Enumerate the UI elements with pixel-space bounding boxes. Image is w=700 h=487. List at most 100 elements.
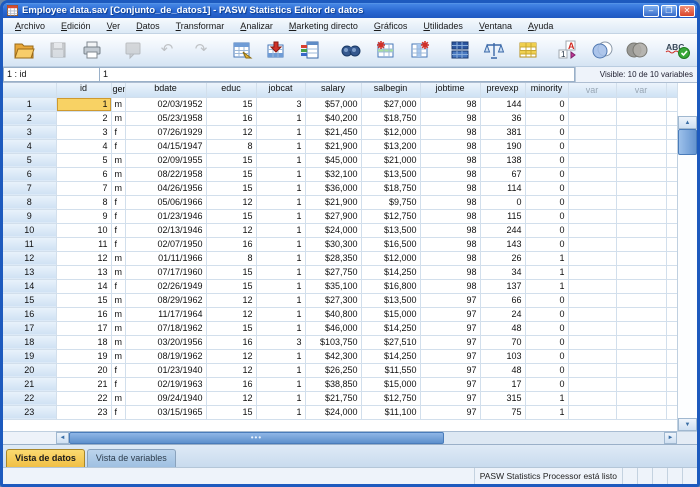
data-cell[interactable]: 114 (480, 181, 525, 195)
horizontal-scrollbar[interactable]: ◄ ••• ► (56, 431, 677, 444)
data-cell[interactable]: $27,510 (361, 335, 420, 349)
data-cell[interactable]: $12,750 (361, 209, 420, 223)
data-cell[interactable]: 98 (420, 153, 480, 167)
data-cell[interactable]: 01/11/1966 (125, 251, 206, 265)
var-cell[interactable] (616, 153, 666, 167)
tab-variable-view[interactable]: Vista de variables (87, 449, 176, 467)
data-cell[interactable]: 0 (525, 293, 568, 307)
data-cell[interactable]: m (111, 391, 125, 405)
data-cell[interactable]: 05/06/1966 (125, 195, 206, 209)
menu-ayuda[interactable]: Ayuda (520, 19, 561, 33)
data-cell[interactable]: 3 (256, 97, 305, 111)
scroll-up-icon[interactable]: ▲ (678, 116, 697, 129)
data-cell[interactable]: 15 (206, 405, 256, 419)
data-cell[interactable]: 1 (256, 321, 305, 335)
data-cell[interactable]: 1 (256, 349, 305, 363)
save-button[interactable] (42, 36, 74, 64)
data-cell[interactable]: $40,200 (305, 111, 361, 125)
data-cell[interactable]: 0 (525, 153, 568, 167)
vertical-scroll-thumb[interactable] (678, 129, 697, 155)
data-cell[interactable]: 12 (206, 391, 256, 405)
column-header-var-1[interactable]: var (568, 83, 616, 97)
var-cell[interactable] (568, 279, 616, 293)
var-cell[interactable] (616, 125, 666, 139)
var-cell[interactable] (616, 335, 666, 349)
split-file-button[interactable] (444, 36, 476, 64)
data-cell[interactable]: 98 (420, 125, 480, 139)
data-cell[interactable]: m (111, 307, 125, 321)
data-cell[interactable]: 4 (56, 139, 111, 153)
data-cell[interactable]: $11,100 (361, 405, 420, 419)
value-labels-button[interactable]: A 1 (553, 36, 585, 64)
var-cell[interactable] (568, 209, 616, 223)
print-button[interactable] (76, 36, 108, 64)
column-header-gender[interactable]: gender (111, 83, 125, 97)
row-header-cell[interactable]: 22 (3, 391, 56, 405)
data-cell[interactable]: 190 (480, 139, 525, 153)
data-cell[interactable]: 0 (525, 223, 568, 237)
data-cell[interactable]: 0 (525, 321, 568, 335)
data-cell[interactable]: 75 (480, 405, 525, 419)
data-cell[interactable]: m (111, 349, 125, 363)
data-cell[interactable]: m (111, 97, 125, 111)
data-cell[interactable]: 1 (256, 307, 305, 321)
data-cell[interactable]: 0 (525, 307, 568, 321)
data-cell[interactable]: 1 (256, 363, 305, 377)
data-cell[interactable]: 0 (525, 363, 568, 377)
data-cell[interactable]: 315 (480, 391, 525, 405)
var-cell[interactable] (616, 195, 666, 209)
data-cell[interactable]: 14 (56, 279, 111, 293)
data-cell[interactable]: 07/18/1962 (125, 321, 206, 335)
var-cell[interactable] (616, 405, 666, 419)
data-cell[interactable]: 9 (56, 209, 111, 223)
column-header-var-2[interactable]: var (616, 83, 666, 97)
data-cell[interactable]: 143 (480, 237, 525, 251)
data-cell[interactable]: 19 (56, 349, 111, 363)
row-header-cell[interactable]: 16 (3, 307, 56, 321)
menu-utilidades[interactable]: Utilidades (415, 19, 471, 33)
var-cell[interactable] (616, 265, 666, 279)
data-cell[interactable]: $24,000 (305, 405, 361, 419)
var-cell[interactable] (616, 97, 666, 111)
var-cell[interactable] (568, 195, 616, 209)
data-cell[interactable]: 1 (256, 181, 305, 195)
scroll-right-icon[interactable]: ► (664, 432, 677, 444)
data-cell[interactable]: 1 (525, 251, 568, 265)
row-header-cell[interactable]: 8 (3, 195, 56, 209)
column-header-bdate[interactable]: bdate (125, 83, 206, 97)
var-cell[interactable] (616, 181, 666, 195)
data-cell[interactable]: 1 (525, 405, 568, 419)
menu-marketing-directo[interactable]: Marketing directo (281, 19, 366, 33)
data-cell[interactable]: f (111, 377, 125, 391)
data-cell[interactable]: 15 (206, 279, 256, 293)
data-cell[interactable]: 0 (480, 195, 525, 209)
data-cell[interactable]: 01/23/1946 (125, 209, 206, 223)
data-cell[interactable]: 244 (480, 223, 525, 237)
data-cell[interactable]: m (111, 265, 125, 279)
data-cell[interactable]: 05/23/1958 (125, 111, 206, 125)
data-cell[interactable]: m (111, 181, 125, 195)
data-cell[interactable]: 1 (256, 125, 305, 139)
row-header-cell[interactable]: 10 (3, 223, 56, 237)
var-cell[interactable] (568, 265, 616, 279)
data-cell[interactable]: 97 (420, 293, 480, 307)
data-cell[interactable]: 0 (525, 139, 568, 153)
data-cell[interactable]: $27,300 (305, 293, 361, 307)
data-cell[interactable]: $21,900 (305, 139, 361, 153)
data-cell[interactable]: $21,450 (305, 125, 361, 139)
select-cases-button[interactable] (512, 36, 544, 64)
data-cell[interactable]: 97 (420, 321, 480, 335)
column-header-educ[interactable]: educ (206, 83, 256, 97)
data-cell[interactable]: $15,000 (361, 307, 420, 321)
data-cell[interactable]: 1 (256, 153, 305, 167)
data-cell[interactable]: 02/03/1952 (125, 97, 206, 111)
data-cell[interactable]: m (111, 111, 125, 125)
data-cell[interactable]: 7 (56, 181, 111, 195)
data-cell[interactable]: 97 (420, 349, 480, 363)
data-cell[interactable]: 16 (206, 377, 256, 391)
var-cell[interactable] (616, 209, 666, 223)
data-cell[interactable]: 0 (525, 237, 568, 251)
data-cell[interactable]: $21,750 (305, 391, 361, 405)
var-cell[interactable] (616, 363, 666, 377)
data-cell[interactable]: $12,000 (361, 125, 420, 139)
